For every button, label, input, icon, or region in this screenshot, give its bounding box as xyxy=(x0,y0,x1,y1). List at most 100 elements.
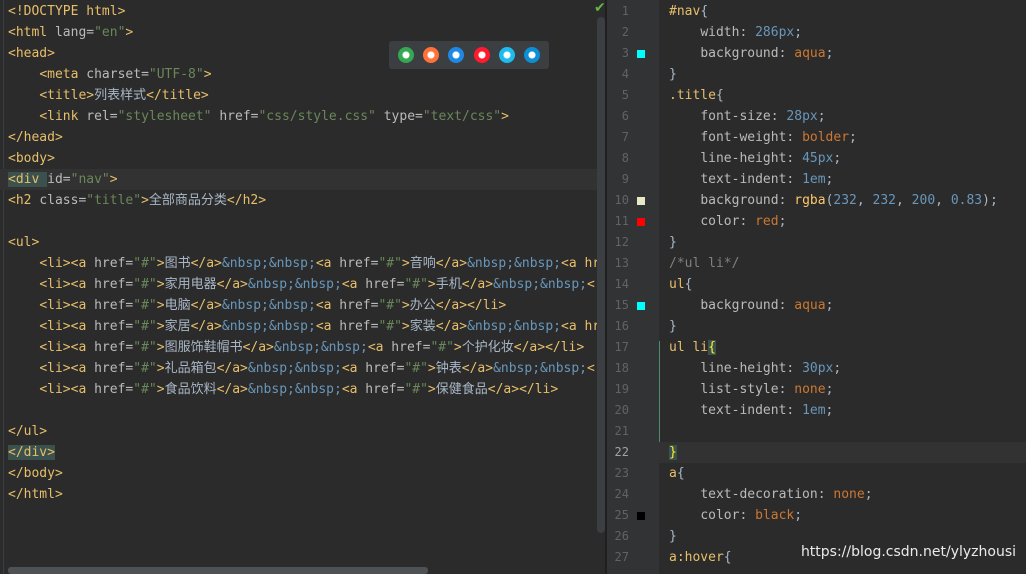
line-number[interactable]: 16 xyxy=(607,316,629,337)
line-number[interactable]: 5 xyxy=(607,85,629,106)
code-token: list-style xyxy=(700,382,779,397)
code-line[interactable]: background: aqua; xyxy=(669,43,833,64)
line-number[interactable]: 24 xyxy=(607,484,629,505)
code-line[interactable]: color: red; xyxy=(669,211,786,232)
code-line[interactable]: <!DOCTYPE html> xyxy=(8,1,125,22)
line-number[interactable]: 13 xyxy=(607,253,629,274)
line-number[interactable]: 19 xyxy=(607,379,629,400)
code-line[interactable]: text-decoration: none; xyxy=(669,484,872,505)
code-line[interactable]: font-weight: bolder; xyxy=(669,127,857,148)
code-line[interactable]: } xyxy=(669,232,677,253)
color-swatch[interactable] xyxy=(637,302,645,310)
code-line[interactable]: } xyxy=(669,64,677,85)
code-line[interactable]: text-indent: 1em; xyxy=(669,400,833,421)
ie-icon[interactable] xyxy=(498,47,515,63)
code-line[interactable]: a:hover{ xyxy=(669,547,732,568)
code-line[interactable]: background: rgba(232, 232, 200, 0.83); xyxy=(669,190,997,211)
color-swatch[interactable] xyxy=(637,218,645,226)
code-token: "#" xyxy=(133,361,157,376)
line-number[interactable]: 27 xyxy=(607,547,629,568)
line-number[interactable]: 18 xyxy=(607,358,629,379)
code-line[interactable]: <title>列表样式</title> xyxy=(8,85,208,106)
code-token: "#" xyxy=(133,340,157,355)
line-number[interactable]: 3 xyxy=(607,43,629,64)
code-line[interactable]: <h2 class="title">全部商品分类</h2> xyxy=(8,190,266,211)
line-number[interactable]: 6 xyxy=(607,106,629,127)
code-token: </a> xyxy=(190,319,222,334)
code-line[interactable]: ul{ xyxy=(669,274,692,295)
code-line[interactable]: list-style: none; xyxy=(669,379,833,400)
code-token: <li><a xyxy=(39,277,95,292)
line-number[interactable]: 9 xyxy=(607,169,629,190)
code-line[interactable]: </html> xyxy=(8,484,63,505)
code-line[interactable]: color: black; xyxy=(669,505,802,526)
line-number[interactable]: 8 xyxy=(607,148,629,169)
vertical-scrollbar[interactable] xyxy=(597,17,605,533)
inspection-ok-icon[interactable]: ✔ xyxy=(594,0,605,16)
firefox-icon[interactable] xyxy=(422,47,439,63)
code-line[interactable]: <li><a href="#">食品饮料</a>&nbsp;&nbsp;<a h… xyxy=(8,379,558,400)
code-token: href= xyxy=(211,109,259,124)
line-number[interactable]: 26 xyxy=(607,526,629,547)
color-swatch[interactable] xyxy=(637,197,645,205)
line-number[interactable]: 25 xyxy=(607,505,629,526)
line-number[interactable]: 1 xyxy=(607,1,629,22)
code-line[interactable]: line-height: 45px; xyxy=(669,148,841,169)
safari-icon[interactable] xyxy=(448,47,465,63)
code-line[interactable]: </ul> xyxy=(8,421,47,442)
code-line[interactable]: ul li{ xyxy=(669,337,716,358)
code-line[interactable]: <ul> xyxy=(8,232,39,253)
code-line[interactable]: <li><a href="#">家用电器</a>&nbsp;&nbsp;<a h… xyxy=(8,274,595,295)
code-line[interactable]: a{ xyxy=(669,463,685,484)
code-line[interactable]: <div id="nav"> xyxy=(0,169,598,190)
line-number[interactable]: 12 xyxy=(607,232,629,253)
code-line[interactable]: background: aqua; xyxy=(669,295,833,316)
code-line[interactable]: width: 286px; xyxy=(669,22,802,43)
code-line[interactable]: <li><a href="#">图服饰鞋帽书</a>&nbsp;&nbsp;<a… xyxy=(8,337,584,358)
code-line[interactable]: } xyxy=(659,442,1026,463)
code-line[interactable]: <li><a href="#">电脑</a>&nbsp;&nbsp;<a hre… xyxy=(8,295,506,316)
line-number-gutter[interactable]: 1 2 3 4 5 6 7 8 9 10 11 12 13 14 15 16 17 18 19 20 21 22 23 24 2… xyxy=(607,0,659,574)
line-number[interactable]: 7 xyxy=(607,127,629,148)
line-number[interactable]: 10 xyxy=(607,190,629,211)
code-line[interactable]: <head> xyxy=(8,43,55,64)
line-number[interactable]: 15 xyxy=(607,295,629,316)
code-line[interactable]: <html lang="en"> xyxy=(8,22,133,43)
line-number[interactable]: 14 xyxy=(607,274,629,295)
line-number[interactable]: 21 xyxy=(607,421,629,442)
line-number[interactable]: 11 xyxy=(607,211,629,232)
code-line[interactable]: <link rel="stylesheet" href="css/style.c… xyxy=(8,106,509,127)
code-line[interactable]: <li><a href="#">家居</a>&nbsp;&nbsp;<a hre… xyxy=(8,316,600,337)
chrome-icon[interactable] xyxy=(397,47,414,63)
code-line[interactable]: line-height: 30px; xyxy=(669,358,841,379)
code-line[interactable]: #nav{ xyxy=(669,1,708,22)
code-line[interactable]: </body> xyxy=(8,463,63,484)
line-number[interactable]: 22 xyxy=(607,442,629,463)
html-editor-pane[interactable]: <!DOCTYPE html> <html lang="en"> <head> <m… xyxy=(0,0,605,574)
line-number[interactable]: 4 xyxy=(607,64,629,85)
code-line[interactable]: <body> xyxy=(8,148,55,169)
line-number[interactable]: 23 xyxy=(607,463,629,484)
line-number[interactable]: 2 xyxy=(607,22,629,43)
code-line[interactable]: .title{ xyxy=(669,85,724,106)
code-line[interactable]: /*ul li*/ xyxy=(669,253,739,274)
line-number[interactable]: 17 xyxy=(607,337,629,358)
code-line[interactable]: <meta charset="UTF-8"> xyxy=(8,64,211,85)
code-line[interactable]: <li><a href="#">图书</a>&nbsp;&nbsp;<a hre… xyxy=(8,253,600,274)
edge-icon[interactable] xyxy=(524,47,541,63)
code-token: line-height xyxy=(700,151,787,166)
line-number[interactable]: 20 xyxy=(607,400,629,421)
horizontal-scrollbar[interactable] xyxy=(8,567,428,574)
code-line[interactable]: <li><a href="#">礼品箱包</a>&nbsp;&nbsp;<a h… xyxy=(8,358,595,379)
code-line[interactable]: } xyxy=(669,526,677,547)
color-swatch[interactable] xyxy=(637,512,645,520)
code-line[interactable]: font-size: 28px; xyxy=(669,106,825,127)
color-swatch[interactable] xyxy=(637,50,645,58)
code-line[interactable]: </div> xyxy=(8,442,55,463)
css-editor-pane[interactable]: 1 2 3 4 5 6 7 8 9 10 11 12 13 14 15 16 17 18 19 20 21 22 23 24 2… xyxy=(607,0,1026,574)
code-line[interactable]: } xyxy=(669,316,677,337)
code-line[interactable]: </head> xyxy=(8,127,63,148)
code-token: 0.83 xyxy=(950,193,983,208)
opera-icon[interactable] xyxy=(473,47,490,63)
code-line[interactable]: text-indent: 1em; xyxy=(669,169,833,190)
